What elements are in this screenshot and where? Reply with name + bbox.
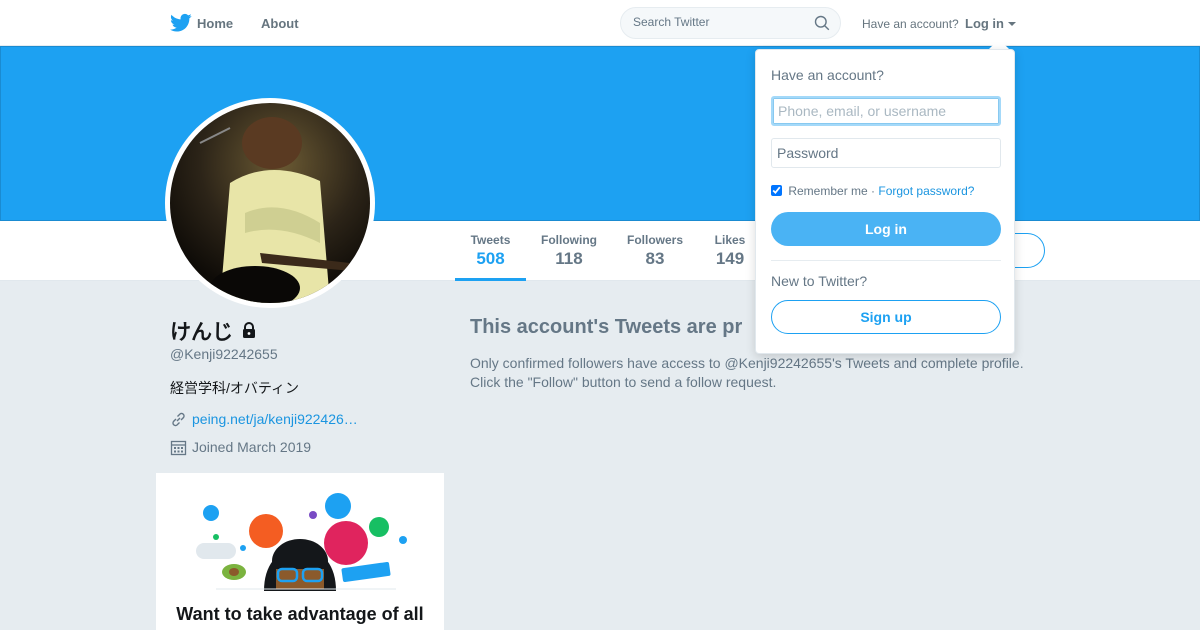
stat-label: Tweets <box>470 233 511 247</box>
avatar[interactable] <box>165 98 375 308</box>
stat-followers[interactable]: Followers 83 <box>622 233 688 269</box>
profile-name: けんじ <box>170 321 233 344</box>
twitter-bird-icon[interactable] <box>170 13 192 33</box>
nav-about-link[interactable]: About <box>261 16 299 31</box>
signup-button[interactable]: Sign up <box>771 300 1001 334</box>
avatar-photo <box>170 103 370 303</box>
avatar-photo-art <box>199 117 352 303</box>
login-button[interactable]: Log in <box>771 212 1001 246</box>
protected-line: Click the "Follow" button to send a foll… <box>470 374 777 390</box>
remember-me-label[interactable]: Remember me <box>788 184 867 198</box>
remember-row: Remember me · Forgot password? <box>771 184 974 198</box>
profile-website-link[interactable]: peing.net/ja/kenji922426… <box>192 411 358 427</box>
stat-label: Likes <box>714 233 746 247</box>
protected-message: Only confirmed followers have access to … <box>470 354 1070 392</box>
search-input[interactable] <box>633 15 803 29</box>
signup-promo-card: Want to take advantage of all <box>156 473 444 630</box>
forgot-password-link[interactable]: Forgot password? <box>878 184 974 198</box>
active-tab-indicator <box>455 278 526 281</box>
lock-icon <box>243 322 255 338</box>
username-field[interactable] <box>771 96 1001 126</box>
profile-bio: 経営学科/オバティン <box>170 380 300 396</box>
remember-me-checkbox[interactable] <box>771 185 782 196</box>
stat-value: 83 <box>645 249 665 268</box>
dropdown-arrow <box>989 39 1009 49</box>
login-menu-link[interactable]: Log in <box>965 16 1004 31</box>
profile-handle[interactable]: @Kenji92242655 <box>170 346 278 362</box>
password-field[interactable] <box>771 138 1001 168</box>
top-nav: Home About Have an account? Log in <box>0 0 1200 46</box>
stat-label: Following <box>541 233 597 247</box>
link-icon <box>172 412 185 427</box>
stat-value: 118 <box>555 249 583 268</box>
stat-value: 149 <box>715 249 745 268</box>
stat-tweets[interactable]: Tweets 508 <box>455 233 526 269</box>
stat-value: 508 <box>476 249 505 268</box>
stat-label: Followers <box>626 233 683 247</box>
promo-title: Want to take advantage of all <box>176 604 424 624</box>
divider <box>771 260 1001 261</box>
login-dropdown: Have an account? Remember me · Forgot pa… <box>755 49 1015 354</box>
dropdown-heading: Have an account? <box>771 67 884 83</box>
have-account-text: Have an account? <box>862 17 959 31</box>
calendar-icon <box>170 440 187 456</box>
joined-date: Joined March 2019 <box>192 439 312 455</box>
separator: · <box>867 184 879 198</box>
stat-following[interactable]: Following 118 <box>536 233 602 269</box>
new-to-twitter-text: New to Twitter? <box>771 273 868 289</box>
caret-down-icon[interactable] <box>1008 22 1016 26</box>
protected-line: Only confirmed followers have access to … <box>470 355 1024 371</box>
stat-likes[interactable]: Likes 149 <box>708 233 752 269</box>
promo-illustration <box>196 493 407 591</box>
search-icon[interactable] <box>814 15 830 31</box>
nav-home-link[interactable]: Home <box>197 16 233 31</box>
search-box[interactable] <box>620 7 841 39</box>
protected-title: This account's Tweets are pr <box>470 316 743 338</box>
